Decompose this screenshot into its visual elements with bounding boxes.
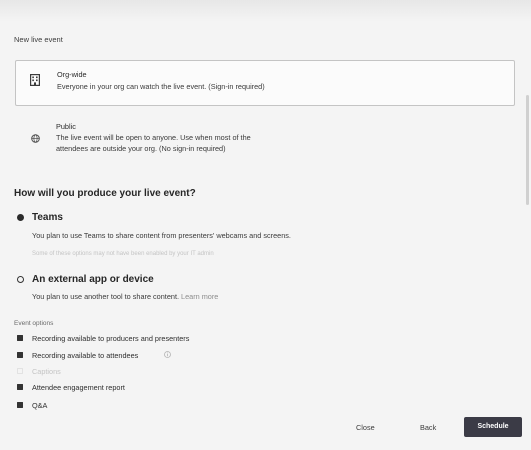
info-icon[interactable]	[164, 350, 171, 358]
captions-checkbox	[17, 368, 23, 374]
back-button[interactable]: Back	[420, 423, 436, 432]
permission-option-org-wide[interactable]: Org-wide Everyone in your org can watch …	[15, 60, 515, 106]
teams-radio[interactable]	[16, 213, 24, 221]
globe-icon	[30, 133, 40, 143]
public-description-line1: The live event will be open to anyone. U…	[56, 132, 251, 142]
produce-heading: How will you produce your live event?	[14, 187, 196, 199]
dialog-title: New live event	[14, 35, 63, 44]
new-live-event-dialog: New live event Org-wide Everyone in your…	[0, 0, 531, 450]
org-wide-label: Org-wide	[57, 70, 87, 79]
permission-option-public[interactable]: Public The live event will be open to an…	[15, 115, 513, 155]
close-button[interactable]: Close	[356, 423, 375, 432]
qna-checkbox[interactable]	[17, 402, 23, 408]
building-icon	[30, 74, 40, 86]
qna-label[interactable]: Q&A	[32, 401, 47, 410]
recording-attendees-checkbox[interactable]	[17, 352, 23, 358]
recording-producers-checkbox[interactable]	[17, 335, 23, 341]
captions-label: Captions	[32, 366, 61, 376]
admin-note: Some of these options may not have been …	[32, 251, 214, 257]
engagement-report-label[interactable]: Attendee engagement report	[32, 383, 125, 392]
external-app-option-description: You plan to use another tool to share co…	[32, 292, 218, 301]
external-app-radio[interactable]	[16, 275, 24, 283]
teams-option-description: You plan to use Teams to share content f…	[32, 230, 291, 240]
window-header-bar	[0, 0, 531, 22]
external-app-description-text: You plan to use another tool to share co…	[32, 291, 179, 301]
org-wide-description: Everyone in your org can watch the live …	[57, 82, 265, 91]
recording-producers-label[interactable]: Recording available to producers and pre…	[32, 334, 189, 343]
scrollbar-thumb[interactable]	[526, 95, 529, 205]
learn-more-link[interactable]: Learn more	[181, 292, 218, 301]
external-app-option-title[interactable]: An external app or device	[32, 273, 154, 286]
teams-option-title[interactable]: Teams	[32, 211, 63, 224]
schedule-button[interactable]: Schedule	[464, 417, 522, 437]
public-description-line2: attendees are outside your org. (No sign…	[56, 143, 226, 153]
recording-attendees-label[interactable]: Recording available to attendees	[32, 351, 138, 360]
event-options-label: Event options	[14, 319, 54, 327]
engagement-report-checkbox[interactable]	[17, 384, 23, 390]
public-label: Public	[56, 122, 76, 131]
